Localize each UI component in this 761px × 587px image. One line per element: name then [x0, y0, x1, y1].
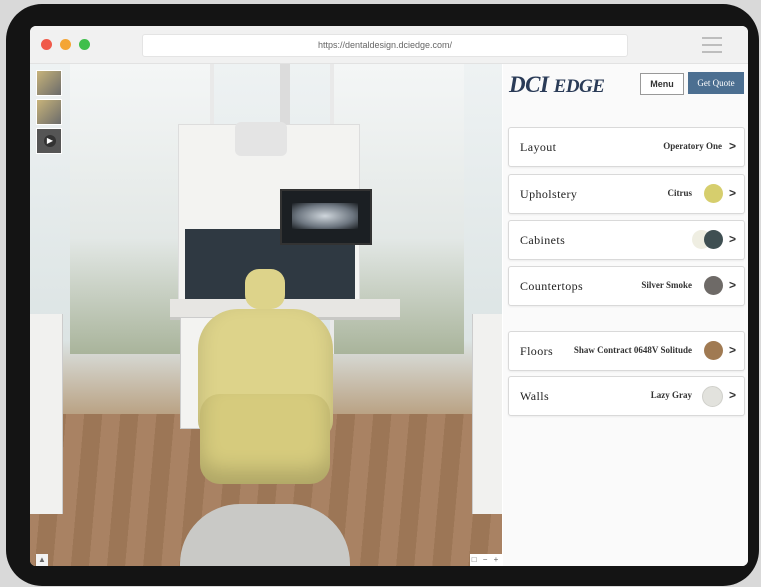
configurator-panel: DCI EDGE Menu Get Quote Layout Operatory… — [503, 64, 748, 566]
tablet-screen: https://dentaldesign.dciedge.com/ ▶ ▲ □ … — [30, 26, 748, 566]
operatory-light-arm — [280, 64, 290, 124]
view-thumbnail[interactable] — [36, 70, 62, 96]
option-layout[interactable]: Layout Operatory One > — [508, 127, 745, 167]
tablet-frame: https://dentaldesign.dciedge.com/ ▶ ▲ □ … — [6, 4, 759, 586]
hamburger-menu-icon[interactable] — [702, 37, 722, 53]
option-label: Cabinets — [520, 233, 566, 247]
menu-button[interactable]: Menu — [640, 73, 684, 95]
option-label: Walls — [520, 389, 550, 403]
chevron-right-icon: > — [728, 186, 736, 200]
xray-monitor — [280, 189, 372, 245]
maximize-window-dot[interactable] — [79, 39, 90, 50]
color-swatch — [704, 184, 723, 203]
view-thumbnails — [36, 70, 62, 157]
option-label: Layout — [520, 140, 557, 154]
option-upholstery[interactable]: Upholstery Citrus > — [508, 174, 745, 214]
option-label: Countertops — [520, 279, 584, 293]
chevron-right-icon: > — [728, 139, 736, 153]
chevron-right-icon: > — [728, 388, 736, 402]
room-3d-viewer[interactable]: ▲ □ − + — [30, 64, 502, 566]
fullscreen-icon[interactable]: ▲ — [36, 554, 48, 566]
play-video-icon[interactable] — [36, 128, 62, 154]
close-window-dot[interactable] — [41, 39, 52, 50]
zoom-controls[interactable]: □ − + — [470, 554, 502, 566]
dental-chair-seat — [200, 394, 330, 484]
color-swatch — [704, 341, 723, 360]
option-value: Silver Smoke — [641, 280, 692, 290]
chevron-right-icon: > — [728, 343, 736, 357]
color-swatch — [704, 276, 723, 295]
option-value: Operatory One — [663, 141, 722, 151]
chair-headrest — [245, 269, 285, 309]
dci-edge-logo: DCI EDGE — [509, 72, 605, 97]
operatory-light — [235, 122, 287, 156]
chevron-right-icon: > — [728, 232, 736, 246]
view-thumbnail[interactable] — [36, 99, 62, 125]
color-swatch — [702, 386, 723, 407]
minimize-window-dot[interactable] — [60, 39, 71, 50]
option-label: Upholstery — [520, 187, 578, 201]
option-label: Floors — [520, 344, 554, 358]
color-swatch — [704, 230, 723, 249]
chevron-right-icon: > — [728, 278, 736, 292]
option-value: Shaw Contract 0648V Solitude — [573, 345, 692, 355]
option-countertops[interactable]: Countertops Silver Smoke > — [508, 266, 745, 306]
get-quote-button[interactable]: Get Quote — [688, 72, 744, 94]
side-cabinet-left — [30, 314, 63, 514]
address-bar[interactable]: https://dentaldesign.dciedge.com/ — [142, 34, 628, 57]
option-walls[interactable]: Walls Lazy Gray > — [508, 376, 745, 416]
option-floors[interactable]: Floors Shaw Contract 0648V Solitude > — [508, 331, 745, 371]
option-cabinets[interactable]: Cabinets > — [508, 220, 745, 260]
side-cabinet-right — [472, 314, 502, 514]
option-value: Citrus — [667, 188, 693, 198]
browser-toolbar: https://dentaldesign.dciedge.com/ — [30, 26, 748, 64]
option-value: Lazy Gray — [650, 390, 692, 400]
